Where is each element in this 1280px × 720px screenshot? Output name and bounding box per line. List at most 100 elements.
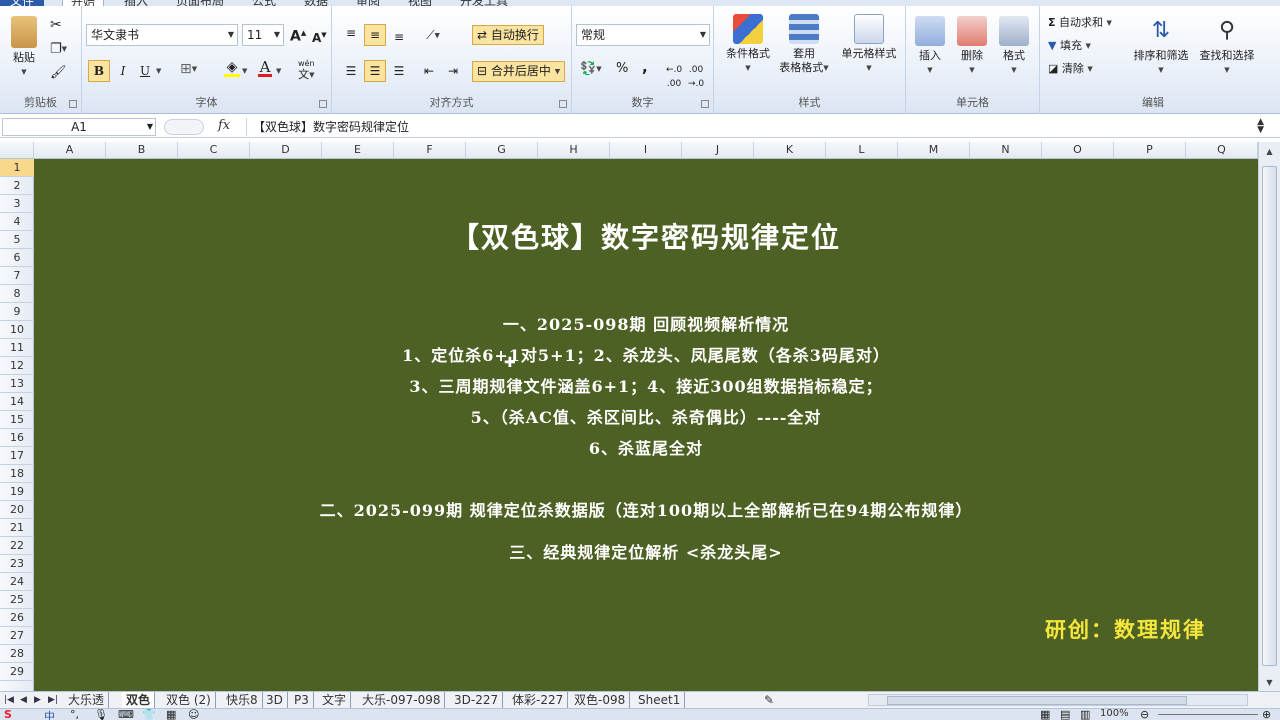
phonetic-icon[interactable]: wén 文▼	[298, 60, 315, 82]
horizontal-scrollbar-thumb[interactable]	[887, 696, 1187, 705]
row-header[interactable]: 13	[0, 375, 34, 393]
row-header[interactable]: 12	[0, 357, 34, 375]
font-color-dropdown-icon[interactable]: ▼	[276, 64, 281, 78]
microphone-icon[interactable]: 🎙	[94, 709, 108, 720]
row-header[interactable]: 19	[0, 483, 34, 501]
paste-button[interactable]: 粘贴 ▼	[6, 16, 42, 79]
scroll-down-icon[interactable]: ▼	[1259, 675, 1280, 691]
bold-button[interactable]: B	[88, 60, 110, 82]
first-sheet-icon[interactable]: |◀	[4, 692, 14, 708]
align-bottom-icon[interactable]: ≡	[388, 26, 410, 48]
next-sheet-icon[interactable]: ▶	[34, 692, 41, 708]
name-box[interactable]: A1 ▼	[2, 118, 156, 136]
number-format-combo[interactable]: 常规 ▼	[576, 24, 710, 46]
insert-function-button[interactable]: fx	[218, 118, 230, 133]
skin-icon[interactable]: 👕	[142, 709, 156, 720]
column-header[interactable]: N	[970, 142, 1042, 158]
sogou-icon[interactable]: S	[4, 709, 12, 720]
row-header[interactable]: 17	[0, 447, 34, 465]
sheet-tab[interactable]: 3D-227	[450, 692, 504, 708]
new-sheet-icon[interactable]: ✎	[760, 692, 778, 708]
align-top-icon[interactable]: ≡	[340, 22, 362, 44]
row-header[interactable]: 29	[0, 663, 34, 681]
normal-view-icon[interactable]: ▦	[1040, 709, 1050, 720]
row-header[interactable]: 3	[0, 195, 34, 213]
worksheet-area[interactable]: 【双色球】数字密码规律定位 一、2025-098期 回顾视频解析情况 1、定位杀…	[34, 159, 1258, 691]
row-header[interactable]: 16	[0, 429, 34, 447]
column-header[interactable]: H	[538, 142, 610, 158]
zoom-in-icon[interactable]: ⊕	[1262, 709, 1271, 720]
column-header[interactable]: P	[1114, 142, 1186, 158]
column-header[interactable]: J	[682, 142, 754, 158]
toolbox-icon[interactable]: ▦	[166, 709, 176, 720]
align-right-icon[interactable]: ☰	[388, 60, 410, 82]
row-header[interactable]: 14	[0, 393, 34, 411]
sheet-tab[interactable]: 3D	[262, 692, 288, 708]
zoom-level[interactable]: 100%	[1100, 709, 1129, 719]
column-header[interactable]: Q	[1186, 142, 1258, 158]
select-all-button[interactable]	[0, 142, 34, 158]
clear-button[interactable]: ◪ 清除 ▼	[1048, 62, 1093, 76]
wrap-text-button[interactable]: ⇄ 自动换行	[472, 25, 544, 45]
merge-center-button[interactable]: ⊟ 合并后居中 ▼	[472, 61, 566, 82]
font-name-combo[interactable]: 华文隶书 ▼	[86, 24, 238, 46]
row-header[interactable]: 5	[0, 231, 34, 249]
row-header[interactable]: 1	[0, 159, 34, 177]
underline-dropdown-icon[interactable]: ▼	[156, 64, 161, 78]
sheet-tab[interactable]: 快乐8	[222, 692, 263, 708]
avatar[interactable]: ☺	[188, 709, 199, 720]
delete-cells-button[interactable]: 删除 ▼	[952, 16, 992, 77]
row-header[interactable]: 4	[0, 213, 34, 231]
zoom-slider[interactable]	[1158, 714, 1258, 715]
row-header[interactable]: 21	[0, 519, 34, 537]
row-header[interactable]: 28	[0, 645, 34, 663]
cell-styles-button[interactable]: 单元格样式 ▼	[836, 14, 902, 75]
zoom-out-icon[interactable]: ⊖	[1140, 709, 1149, 720]
column-header[interactable]: D	[250, 142, 322, 158]
sheet-tab[interactable]: 双色	[122, 692, 156, 708]
align-left-icon[interactable]: ☰	[340, 60, 362, 82]
comma-button[interactable]: ,	[642, 60, 648, 75]
column-header[interactable]: C	[178, 142, 250, 158]
sort-filter-button[interactable]: ⇅ 排序和筛选 ▼	[1128, 16, 1194, 77]
orientation-icon[interactable]: ⟋▼	[422, 24, 444, 46]
horizontal-scrollbar[interactable]	[868, 694, 1248, 706]
percent-button[interactable]: %	[616, 62, 628, 76]
column-header[interactable]: G	[466, 142, 538, 158]
grow-font-icon[interactable]: A▲	[290, 26, 306, 44]
scroll-up-icon[interactable]: ▲	[1259, 144, 1280, 160]
row-header[interactable]: 9	[0, 303, 34, 321]
row-header[interactable]: 11	[0, 339, 34, 357]
row-header[interactable]: 20	[0, 501, 34, 519]
formula-input[interactable]: 【双色球】数字密码规律定位	[246, 118, 1246, 136]
row-header[interactable]: 25	[0, 591, 34, 609]
formula-bar-grip[interactable]	[164, 119, 204, 135]
format-cells-button[interactable]: 格式 ▼	[994, 16, 1034, 77]
punctuation-icon[interactable]: °,	[70, 709, 79, 720]
currency-icon[interactable]: 💱▼	[580, 62, 602, 77]
row-header[interactable]: 7	[0, 267, 34, 285]
italic-button[interactable]: I	[112, 60, 134, 82]
insert-cells-button[interactable]: 插入 ▼	[910, 16, 950, 77]
alignment-launcher-icon[interactable]	[559, 100, 567, 108]
cut-icon[interactable]: ✂	[50, 18, 62, 32]
row-header[interactable]: 27	[0, 627, 34, 645]
row-header[interactable]: 2	[0, 177, 34, 195]
format-as-table-button[interactable]: 套用 表格格式▼	[772, 14, 836, 75]
fill-color-icon[interactable]: ◈	[224, 60, 240, 77]
column-header[interactable]: A	[34, 142, 106, 158]
autosum-button[interactable]: Σ 自动求和 ▼	[1048, 16, 1112, 30]
sheet-tab[interactable]: P3	[290, 692, 314, 708]
page-break-view-icon[interactable]: ▥	[1080, 709, 1090, 720]
column-header[interactable]: E	[322, 142, 394, 158]
sheet-tab[interactable]: 大乐透	[64, 692, 110, 708]
fill-button[interactable]: ▼ 填充 ▼	[1048, 39, 1091, 53]
page-layout-view-icon[interactable]: ▤	[1060, 709, 1070, 720]
find-select-button[interactable]: ⚲ 查找和选择 ▼	[1194, 16, 1260, 77]
format-painter-icon[interactable]: 🖌	[50, 66, 67, 80]
copy-icon[interactable]: ❐▼	[50, 42, 67, 57]
keyboard-icon[interactable]: ⌨	[118, 709, 134, 720]
row-header[interactable]: 6	[0, 249, 34, 267]
borders-icon[interactable]: ⊞▼	[180, 62, 197, 76]
column-header[interactable]: F	[394, 142, 466, 158]
